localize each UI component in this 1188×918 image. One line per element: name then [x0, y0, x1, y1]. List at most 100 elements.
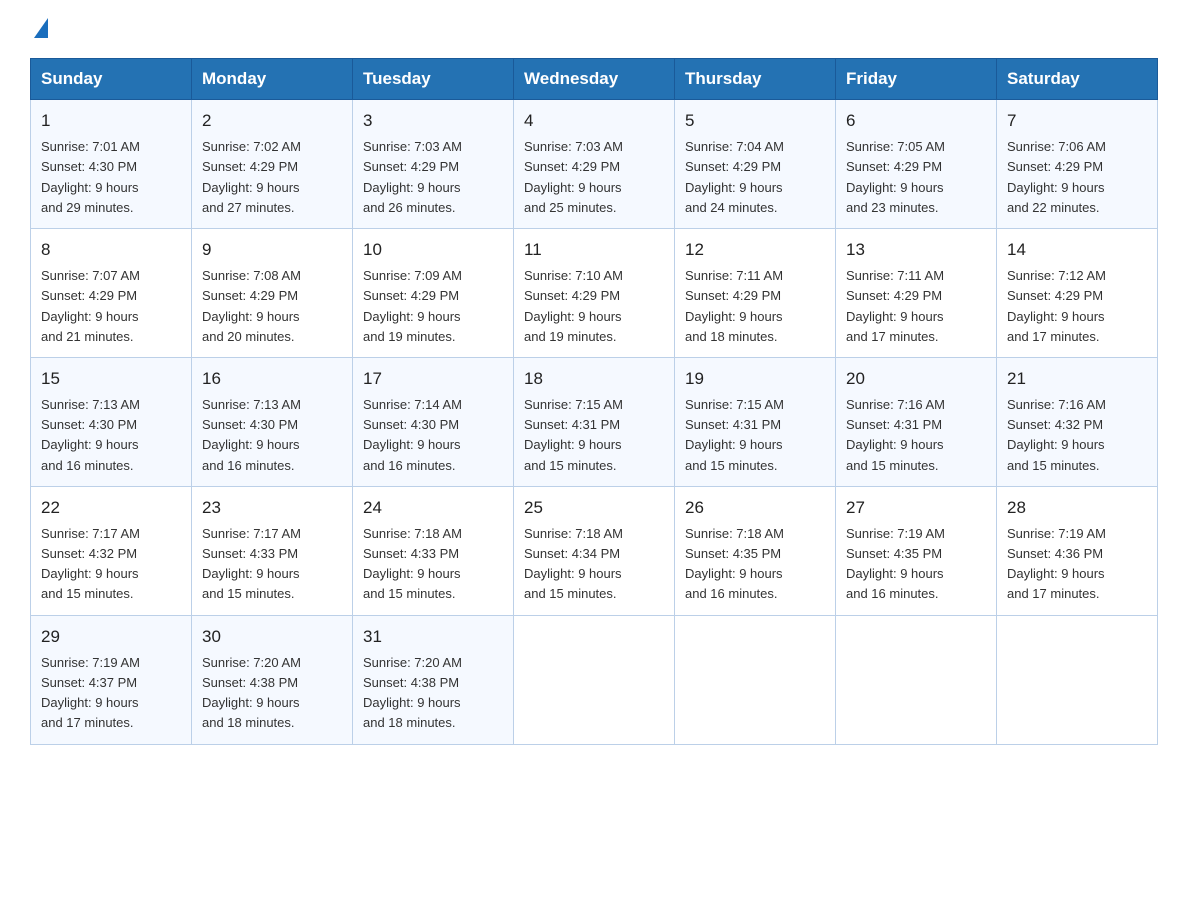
calendar-cell: 8Sunrise: 7:07 AMSunset: 4:29 PMDaylight… [31, 228, 192, 357]
day-info: Sunrise: 7:05 AMSunset: 4:29 PMDaylight:… [846, 137, 986, 218]
calendar-cell [514, 615, 675, 744]
header-tuesday: Tuesday [353, 59, 514, 100]
day-number: 21 [1007, 366, 1147, 392]
day-info: Sunrise: 7:17 AMSunset: 4:32 PMDaylight:… [41, 524, 181, 605]
logo [30, 20, 48, 40]
calendar-cell: 20 Sunrise: 7:16 AMSunset: 4:31 PMDayligh… [836, 357, 997, 486]
day-info: Sunrise: 7:02 AMSunset: 4:29 PMDaylight:… [202, 137, 342, 218]
header-friday: Friday [836, 59, 997, 100]
calendar-cell: 28Sunrise: 7:19 AMSunset: 4:36 PMDayligh… [997, 486, 1158, 615]
day-info: Sunrise: 7:18 AMSunset: 4:33 PMDaylight:… [363, 524, 503, 605]
calendar-cell: 5 Sunrise: 7:04 AMSunset: 4:29 PMDaylight… [675, 100, 836, 229]
day-info: Sunrise: 7:19 AMSunset: 4:35 PMDaylight:… [846, 524, 986, 605]
day-number: 19 [685, 366, 825, 392]
day-number: 9 [202, 237, 342, 263]
logo-triangle-icon [34, 18, 48, 38]
day-info: Sunrise: 7:04 AMSunset: 4:29 PMDaylight:… [685, 137, 825, 218]
day-number: 2 [202, 108, 342, 134]
calendar-cell: 27 Sunrise: 7:19 AMSunset: 4:35 PMDayligh… [836, 486, 997, 615]
day-info: Sunrise: 7:14 AMSunset: 4:30 PMDaylight:… [363, 395, 503, 476]
day-number: 10 [363, 237, 503, 263]
day-number: 24 [363, 495, 503, 521]
day-number: 4 [524, 108, 664, 134]
day-info: Sunrise: 7:15 AMSunset: 4:31 PMDaylight:… [685, 395, 825, 476]
calendar-week-row: 22 Sunrise: 7:17 AMSunset: 4:32 PMDayligh… [31, 486, 1158, 615]
calendar-week-row: 1 Sunrise: 7:01 AMSunset: 4:30 PMDaylight… [31, 100, 1158, 229]
day-info: Sunrise: 7:17 AMSunset: 4:33 PMDaylight:… [202, 524, 342, 605]
day-info: Sunrise: 7:16 AMSunset: 4:32 PMDaylight:… [1007, 395, 1147, 476]
day-number: 17 [363, 366, 503, 392]
header-thursday: Thursday [675, 59, 836, 100]
day-info: Sunrise: 7:16 AMSunset: 4:31 PMDaylight:… [846, 395, 986, 476]
day-number: 20 [846, 366, 986, 392]
header-sunday: Sunday [31, 59, 192, 100]
day-number: 1 [41, 108, 181, 134]
calendar-cell: 30 Sunrise: 7:20 AMSunset: 4:38 PMDayligh… [192, 615, 353, 744]
day-number: 18 [524, 366, 664, 392]
day-info: Sunrise: 7:18 AMSunset: 4:35 PMDaylight:… [685, 524, 825, 605]
day-info: Sunrise: 7:10 AMSunset: 4:29 PMDaylight:… [524, 266, 664, 347]
calendar-cell [675, 615, 836, 744]
calendar-cell: 15 Sunrise: 7:13 AMSunset: 4:30 PMDayligh… [31, 357, 192, 486]
calendar-cell: 22 Sunrise: 7:17 AMSunset: 4:32 PMDayligh… [31, 486, 192, 615]
day-number: 6 [846, 108, 986, 134]
day-info: Sunrise: 7:13 AMSunset: 4:30 PMDaylight:… [41, 395, 181, 476]
calendar-cell: 16 Sunrise: 7:13 AMSunset: 4:30 PMDayligh… [192, 357, 353, 486]
day-info: Sunrise: 7:20 AMSunset: 4:38 PMDaylight:… [363, 653, 503, 734]
calendar-cell: 3 Sunrise: 7:03 AMSunset: 4:29 PMDaylight… [353, 100, 514, 229]
day-number: 22 [41, 495, 181, 521]
calendar-cell: 29 Sunrise: 7:19 AMSunset: 4:37 PMDayligh… [31, 615, 192, 744]
calendar-cell: 6 Sunrise: 7:05 AMSunset: 4:29 PMDaylight… [836, 100, 997, 229]
day-info: Sunrise: 7:11 AMSunset: 4:29 PMDaylight:… [846, 266, 986, 347]
day-info: Sunrise: 7:11 AMSunset: 4:29 PMDaylight:… [685, 266, 825, 347]
calendar-cell: 17 Sunrise: 7:14 AMSunset: 4:30 PMDayligh… [353, 357, 514, 486]
day-number: 12 [685, 237, 825, 263]
day-number: 29 [41, 624, 181, 650]
day-info: Sunrise: 7:03 AMSunset: 4:29 PMDaylight:… [363, 137, 503, 218]
day-info: Sunrise: 7:06 AMSunset: 4:29 PMDaylight:… [1007, 137, 1147, 218]
calendar-cell: 11 Sunrise: 7:10 AMSunset: 4:29 PMDayligh… [514, 228, 675, 357]
header-monday: Monday [192, 59, 353, 100]
day-number: 26 [685, 495, 825, 521]
day-number: 7 [1007, 108, 1147, 134]
day-number: 15 [41, 366, 181, 392]
day-number: 16 [202, 366, 342, 392]
calendar-week-row: 8Sunrise: 7:07 AMSunset: 4:29 PMDaylight… [31, 228, 1158, 357]
day-info: Sunrise: 7:19 AMSunset: 4:37 PMDaylight:… [41, 653, 181, 734]
calendar-cell: 9 Sunrise: 7:08 AMSunset: 4:29 PMDaylight… [192, 228, 353, 357]
day-number: 11 [524, 237, 664, 263]
day-info: Sunrise: 7:08 AMSunset: 4:29 PMDaylight:… [202, 266, 342, 347]
day-number: 27 [846, 495, 986, 521]
calendar-cell: 18Sunrise: 7:15 AMSunset: 4:31 PMDayligh… [514, 357, 675, 486]
day-number: 5 [685, 108, 825, 134]
day-info: Sunrise: 7:09 AMSunset: 4:29 PMDaylight:… [363, 266, 503, 347]
page-header [30, 20, 1158, 40]
calendar-cell: 26 Sunrise: 7:18 AMSunset: 4:35 PMDayligh… [675, 486, 836, 615]
calendar-cell: 19 Sunrise: 7:15 AMSunset: 4:31 PMDayligh… [675, 357, 836, 486]
day-number: 13 [846, 237, 986, 263]
day-info: Sunrise: 7:19 AMSunset: 4:36 PMDaylight:… [1007, 524, 1147, 605]
calendar-header-row: SundayMondayTuesdayWednesdayThursdayFrid… [31, 59, 1158, 100]
day-number: 30 [202, 624, 342, 650]
calendar-cell: 4 Sunrise: 7:03 AMSunset: 4:29 PMDaylight… [514, 100, 675, 229]
day-number: 3 [363, 108, 503, 134]
calendar-cell: 24 Sunrise: 7:18 AMSunset: 4:33 PMDayligh… [353, 486, 514, 615]
day-info: Sunrise: 7:03 AMSunset: 4:29 PMDaylight:… [524, 137, 664, 218]
logo-blue-text [30, 20, 48, 40]
calendar-cell: 23 Sunrise: 7:17 AMSunset: 4:33 PMDayligh… [192, 486, 353, 615]
day-number: 25 [524, 495, 664, 521]
calendar-week-row: 29 Sunrise: 7:19 AMSunset: 4:37 PMDayligh… [31, 615, 1158, 744]
calendar-cell: 1 Sunrise: 7:01 AMSunset: 4:30 PMDaylight… [31, 100, 192, 229]
day-info: Sunrise: 7:13 AMSunset: 4:30 PMDaylight:… [202, 395, 342, 476]
calendar-cell: 7 Sunrise: 7:06 AMSunset: 4:29 PMDaylight… [997, 100, 1158, 229]
calendar-cell: 10 Sunrise: 7:09 AMSunset: 4:29 PMDayligh… [353, 228, 514, 357]
calendar-cell: 12 Sunrise: 7:11 AMSunset: 4:29 PMDayligh… [675, 228, 836, 357]
day-info: Sunrise: 7:20 AMSunset: 4:38 PMDaylight:… [202, 653, 342, 734]
day-number: 23 [202, 495, 342, 521]
day-info: Sunrise: 7:07 AMSunset: 4:29 PMDaylight:… [41, 266, 181, 347]
day-info: Sunrise: 7:01 AMSunset: 4:30 PMDaylight:… [41, 137, 181, 218]
day-info: Sunrise: 7:18 AMSunset: 4:34 PMDaylight:… [524, 524, 664, 605]
day-info: Sunrise: 7:12 AMSunset: 4:29 PMDaylight:… [1007, 266, 1147, 347]
header-saturday: Saturday [997, 59, 1158, 100]
day-number: 14 [1007, 237, 1147, 263]
